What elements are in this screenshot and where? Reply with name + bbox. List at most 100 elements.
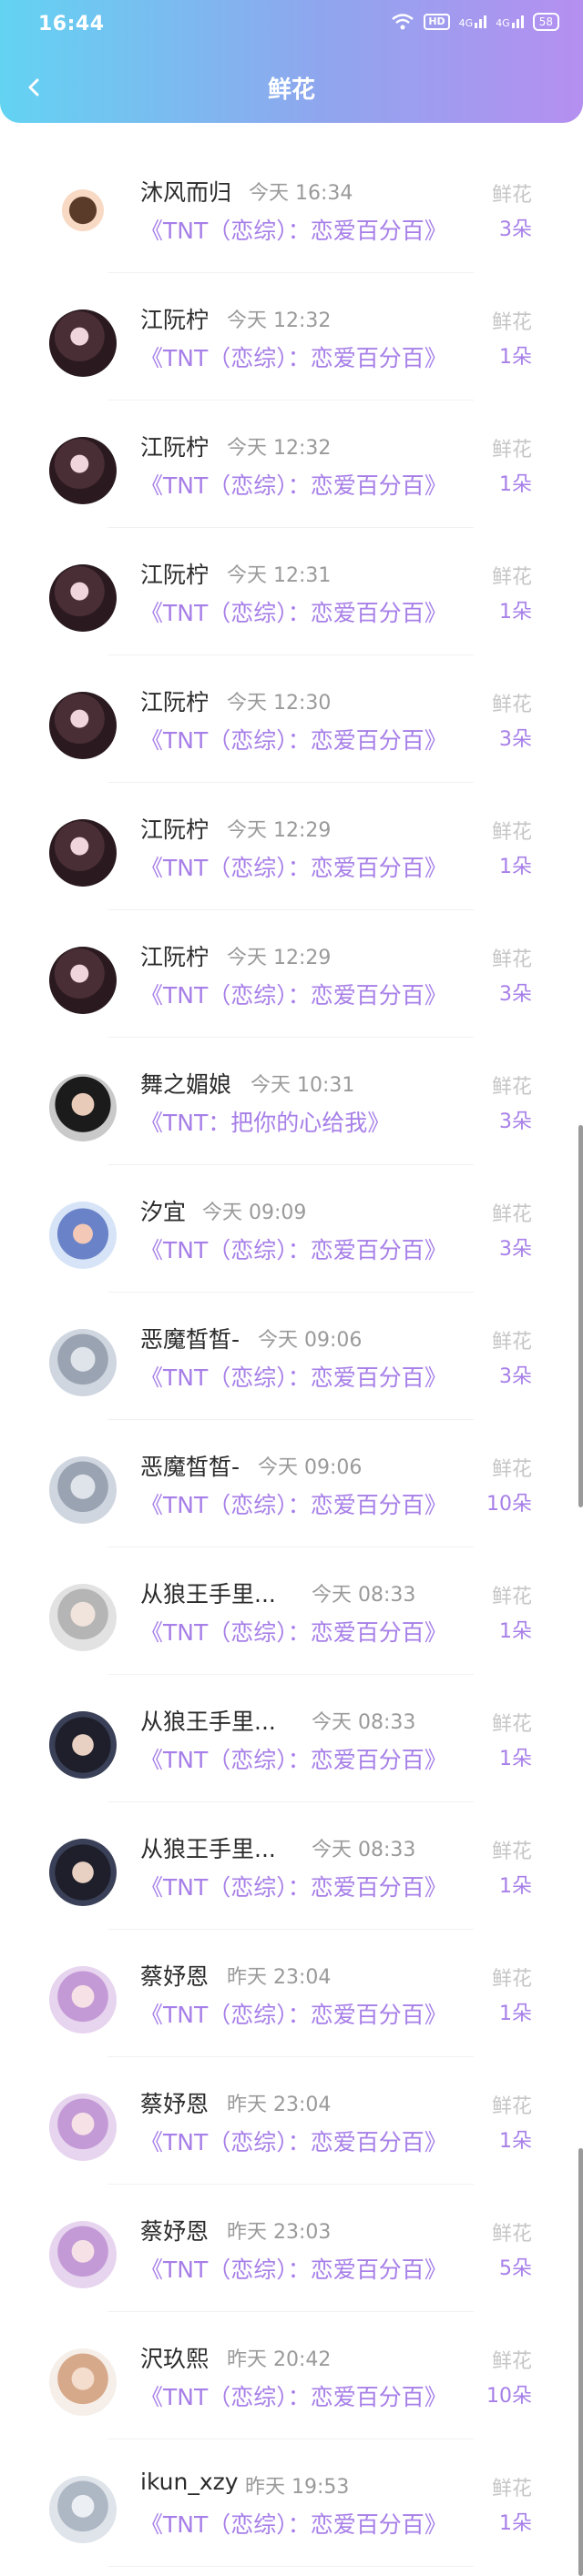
- scrollbar[interactable]: [578, 146, 583, 2576]
- user-name: 从狼王手里...: [140, 1709, 276, 1735]
- gift-type: 鲜花: [491, 1586, 532, 1608]
- book-title-link[interactable]: 《TNT（恋综）：恋爱百分百》: [140, 1997, 447, 2030]
- book-title-link[interactable]: 《TNT（恋综）：恋爱百分百》: [140, 468, 447, 501]
- list-item[interactable]: 汐宜 今天 09:09 《TNT（恋综）：恋爱百分百》 鲜花 3朵: [0, 1165, 583, 1293]
- user-name: 从狼王手里...: [140, 1581, 276, 1607]
- gift-type: 鲜花: [491, 2350, 532, 2373]
- user-name: 恶魔皙皙-: [140, 1326, 240, 1353]
- gift-count: 1朵: [499, 856, 532, 878]
- avatar[interactable]: [49, 564, 117, 632]
- book-title-link[interactable]: 《TNT（恋综）：恋爱百分百》: [140, 723, 447, 756]
- timestamp: 昨天 19:53: [245, 2476, 350, 2499]
- avatar[interactable]: [49, 947, 117, 1014]
- list-item[interactable]: 江阮柠 今天 12:29 《TNT（恋综）：恋爱百分百》 鲜花 3朵: [0, 910, 583, 1038]
- book-title-link[interactable]: 《TNT（恋综）：恋爱百分百》: [140, 1742, 447, 1775]
- scrollbar-thumb-lower[interactable]: [578, 2148, 583, 2576]
- gift-count: 3朵: [499, 1365, 532, 1388]
- book-title-link[interactable]: 《TNT（恋综）：恋爱百分百》: [140, 1487, 447, 1520]
- book-title-link[interactable]: 《TNT（恋综）：恋爱百分百》: [140, 2125, 447, 2157]
- avatar[interactable]: [49, 1839, 117, 1906]
- gift-type: 鲜花: [491, 1458, 532, 1481]
- avatar[interactable]: [49, 1966, 117, 2033]
- avatar[interactable]: [49, 2348, 117, 2416]
- avatar[interactable]: [49, 1202, 117, 1269]
- book-title-link[interactable]: 《TNT（恋综）：恋爱百分百》: [140, 2507, 447, 2540]
- user-name: 江阮柠: [140, 816, 210, 843]
- timestamp: 今天 08:33: [312, 1711, 416, 1734]
- avatar[interactable]: [49, 692, 117, 759]
- gift-type: 鲜花: [491, 2478, 532, 2500]
- list-item[interactable]: 江阮柠 今天 12:30 《TNT（恋综）：恋爱百分百》 鲜花 3朵: [0, 655, 583, 783]
- gift-record-list: 沐风而归 今天 16:34 《TNT（恋综）：恋爱百分百》 鲜花 3朵 江阮柠 今天 12:…: [0, 146, 583, 2567]
- list-item[interactable]: 江阮柠 今天 12:32 《TNT（恋综）：恋爱百分百》 鲜花 1朵: [0, 401, 583, 528]
- gift-count: 10朵: [486, 2385, 532, 2408]
- timestamp: 昨天 20:42: [227, 2348, 332, 2371]
- list-item[interactable]: 恶魔皙皙- 今天 09:06 《TNT（恋综）：恋爱百分百》 鲜花 10朵: [0, 1420, 583, 1547]
- book-title-link[interactable]: 《TNT（恋综）：恋爱百分百》: [140, 595, 447, 628]
- user-name: 恶魔皙皙-: [140, 1454, 240, 1480]
- list-item[interactable]: 江阮柠 今天 12:32 《TNT（恋综）：恋爱百分百》 鲜花 1朵: [0, 273, 583, 401]
- book-title-link[interactable]: 《TNT（恋综）：恋爱百分百》: [140, 340, 447, 373]
- list-item[interactable]: 沐风而归 今天 16:34 《TNT（恋综）：恋爱百分百》 鲜花 3朵: [0, 146, 583, 273]
- list-item[interactable]: 从狼王手里... 今天 08:33 《TNT（恋综）：恋爱百分百》 鲜花 1朵: [0, 1802, 583, 1930]
- list-item[interactable]: 恶魔皙皙- 今天 09:06 《TNT（恋综）：恋爱百分百》 鲜花 3朵: [0, 1293, 583, 1420]
- user-name: 蔡妤恩: [140, 2218, 210, 2245]
- avatar[interactable]: [49, 1584, 117, 1651]
- gift-count: 3朵: [499, 728, 532, 751]
- avatar[interactable]: [49, 1711, 117, 1779]
- list-item[interactable]: 蔡妤恩 昨天 23:04 《TNT（恋综）：恋爱百分百》 鲜花 1朵: [0, 2057, 583, 2185]
- gift-count: 3朵: [499, 1111, 532, 1133]
- user-name: 汐宜: [140, 1199, 187, 1225]
- book-title-link[interactable]: 《TNT（恋综）：恋爱百分百》: [140, 978, 447, 1010]
- book-title-link[interactable]: 《TNT（恋综）：恋爱百分百》: [140, 850, 447, 883]
- list-item[interactable]: 蔡妤恩 昨天 23:03 《TNT（恋综）：恋爱百分百》 鲜花 5朵: [0, 2185, 583, 2312]
- gift-count: 1朵: [499, 1875, 532, 1898]
- avatar[interactable]: [49, 1329, 117, 1396]
- book-title-link[interactable]: 《TNT（恋综）：恋爱百分百》: [140, 2379, 447, 2412]
- list-item[interactable]: 从狼王手里... 今天 08:33 《TNT（恋综）：恋爱百分百》 鲜花 1朵: [0, 1675, 583, 1802]
- gift-count: 3朵: [499, 218, 532, 241]
- avatar[interactable]: [49, 309, 117, 377]
- gift-count: 1朵: [499, 1748, 532, 1770]
- book-title-link[interactable]: 《TNT（恋综）：恋爱百分百》: [140, 213, 447, 246]
- user-name: ikun_xzy: [140, 2469, 239, 2495]
- user-name: 蔡妤恩: [140, 1963, 210, 1990]
- timestamp: 今天 16:34: [249, 182, 353, 205]
- book-title-link[interactable]: 《TNT（恋综）：恋爱百分百》: [140, 1360, 447, 1393]
- status-icons: HD 4G 4G 58: [391, 13, 559, 31]
- avatar[interactable]: [49, 2094, 117, 2161]
- timestamp: 今天 12:29: [227, 947, 332, 969]
- gift-count: 1朵: [499, 1620, 532, 1643]
- gift-count: 1朵: [499, 601, 532, 624]
- avatar[interactable]: [49, 437, 117, 504]
- avatar[interactable]: [49, 1456, 117, 1524]
- book-title-link[interactable]: 《TNT：把你的心给我》: [140, 1105, 390, 1138]
- list-item[interactable]: 舞之媚娘 今天 10:31 《TNT：把你的心给我》 鲜花 3朵: [0, 1038, 583, 1165]
- list-item[interactable]: 沢玖熙 昨天 20:42 《TNT（恋综）：恋爱百分百》 鲜花 10朵: [0, 2312, 583, 2439]
- gift-type: 鲜花: [491, 1713, 532, 1736]
- timestamp: 今天 08:33: [312, 1584, 416, 1607]
- avatar[interactable]: [49, 182, 117, 249]
- signal-icon-2: 4G: [496, 15, 524, 28]
- scrollbar-thumb[interactable]: [578, 1125, 583, 1507]
- book-title-link[interactable]: 《TNT（恋综）：恋爱百分百》: [140, 1615, 447, 1648]
- user-name: 沐风而归: [140, 179, 232, 206]
- gift-type: 鲜花: [491, 821, 532, 844]
- list-item[interactable]: 江阮柠 今天 12:31 《TNT（恋综）：恋爱百分百》 鲜花 1朵: [0, 528, 583, 655]
- list-item[interactable]: 从狼王手里... 今天 08:33 《TNT（恋综）：恋爱百分百》 鲜花 1朵: [0, 1547, 583, 1675]
- gift-count: 1朵: [499, 2003, 532, 2025]
- user-name: 舞之媚娘: [140, 1071, 232, 1098]
- gift-type: 鲜花: [491, 694, 532, 716]
- avatar[interactable]: [49, 1074, 117, 1141]
- list-item[interactable]: ikun_xzy 昨天 19:53 《TNT（恋综）：恋爱百分百》 鲜花 1朵: [0, 2439, 583, 2567]
- book-title-link[interactable]: 《TNT（恋综）：恋爱百分百》: [140, 1870, 447, 1902]
- avatar[interactable]: [49, 819, 117, 887]
- list-item[interactable]: 江阮柠 今天 12:29 《TNT（恋综）：恋爱百分百》 鲜花 1朵: [0, 783, 583, 910]
- avatar[interactable]: [49, 2221, 117, 2288]
- book-title-link[interactable]: 《TNT（恋综）：恋爱百分百》: [140, 1232, 447, 1265]
- list-item[interactable]: 蔡妤恩 昨天 23:04 《TNT（恋综）：恋爱百分百》 鲜花 1朵: [0, 1930, 583, 2057]
- user-name: 江阮柠: [140, 689, 210, 715]
- page-title: 鲜花: [267, 76, 315, 104]
- avatar[interactable]: [49, 2476, 117, 2543]
- book-title-link[interactable]: 《TNT（恋综）：恋爱百分百》: [140, 2252, 447, 2285]
